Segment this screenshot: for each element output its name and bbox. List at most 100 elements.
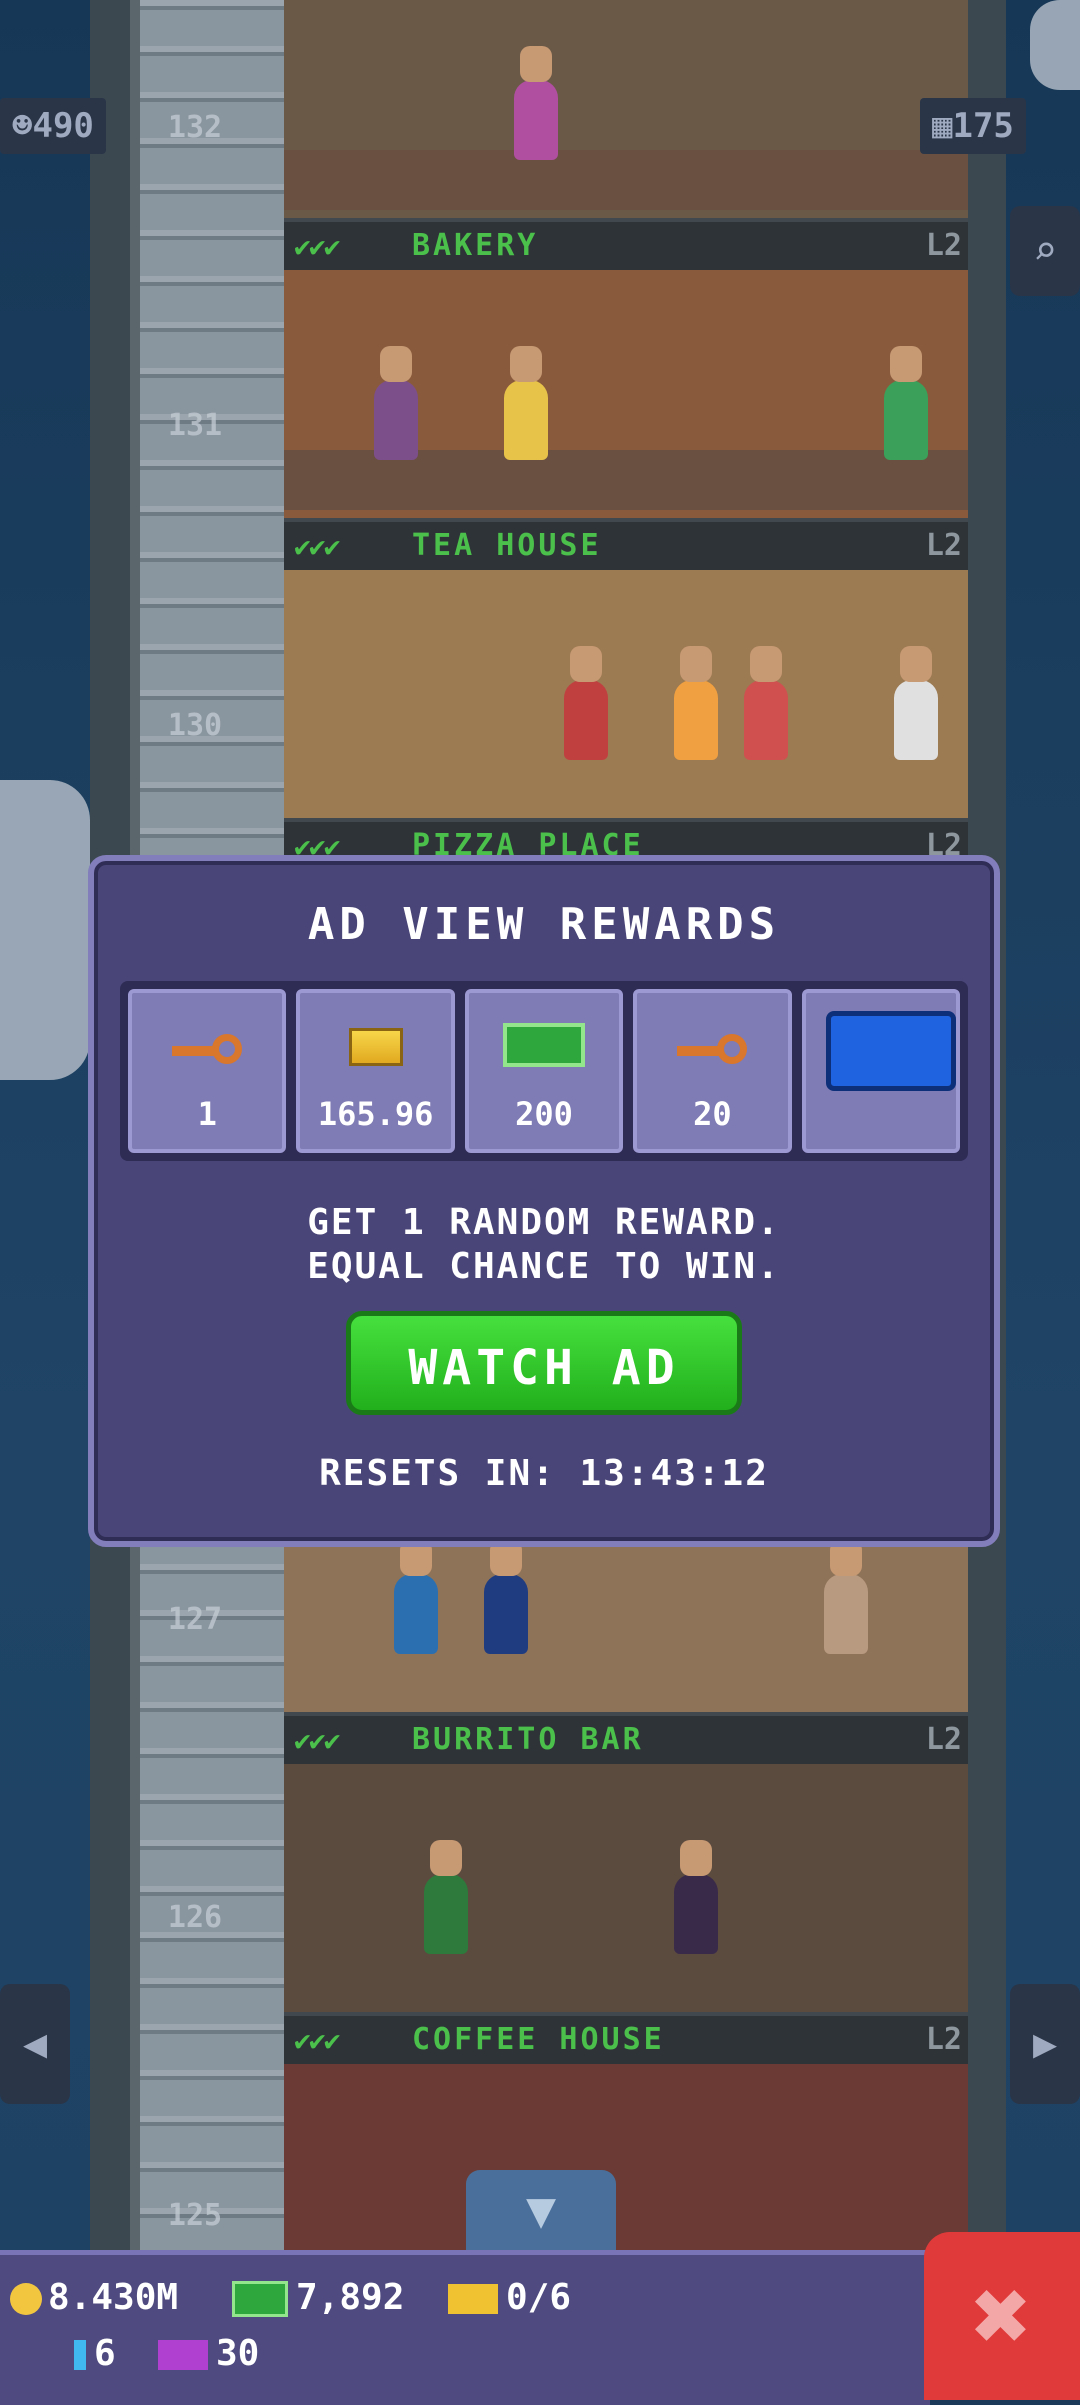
chevron-down-icon: ▼ <box>525 2181 557 2239</box>
bitizen[interactable] <box>824 1540 868 1654</box>
coins-counter: 8.430M <box>10 2277 178 2318</box>
bux-icon <box>232 2281 288 2317</box>
bitizen[interactable] <box>744 646 788 760</box>
floor-name: TEA HOUSE <box>412 528 602 563</box>
bitizen[interactable] <box>424 1840 468 1954</box>
floor-wall <box>284 2064 968 2264</box>
floors-counter: ▦175 <box>920 98 1026 154</box>
reward-slot <box>801 989 961 1153</box>
left-nav-button[interactable]: ◀ <box>0 1984 70 2104</box>
bitizen[interactable] <box>374 346 418 460</box>
shop-counter <box>284 150 968 210</box>
reward-slot: 20 <box>633 989 792 1153</box>
floor-pizza-place[interactable]: ✔✔✔ PIZZA PLACE L2 <box>284 570 968 870</box>
coin-icon <box>10 2283 42 2315</box>
search-button[interactable]: ⌕ <box>1010 206 1080 296</box>
right-nav-button[interactable]: ▶ <box>1010 1984 1080 2104</box>
building-icon: ▦ <box>932 106 953 146</box>
reward-slot: 200 <box>464 989 624 1153</box>
floor-number: 132 <box>167 110 223 145</box>
bitizen[interactable] <box>484 1540 528 1654</box>
person-left-arrow-icon: ◀ <box>22 2021 48 2067</box>
floor-label-bar: ✔✔✔ BAKERY L2 <box>284 218 968 270</box>
floor-next[interactable] <box>284 2064 968 2264</box>
bitizen[interactable] <box>564 646 608 760</box>
floor-level: L2 <box>925 2022 962 2057</box>
reward-value: 20 <box>693 1095 732 1133</box>
close-icon: ✖ <box>971 2257 1033 2374</box>
floor-wall <box>284 1764 968 2014</box>
search-icon: ⌕ <box>1032 228 1058 274</box>
floor-number: 131 <box>167 408 223 443</box>
floor-label-bar: ✔✔✔ TEA HOUSE L2 <box>284 518 968 570</box>
floor-label-bar: ✔✔✔ BURRITO BAR L2 <box>284 1712 968 1764</box>
resource-bar: 8.430M 7,892 0/6 6 30 <box>0 2250 930 2405</box>
close-button[interactable]: ✖ <box>924 2232 1080 2400</box>
floor-level: L2 <box>925 228 962 263</box>
dialog-title: AD VIEW REWARDS <box>307 899 781 950</box>
description-line: GET 1 RANDOM REWARD. <box>307 1202 781 1243</box>
vip-icon <box>158 2340 208 2370</box>
cash-icon <box>503 1023 586 1067</box>
stock-checks: ✔✔✔ <box>294 1724 341 1757</box>
bitizen[interactable] <box>394 1540 438 1654</box>
reset-timer: RESETS IN: 13:43:12 <box>319 1453 769 1494</box>
tickets-counter: 0/6 <box>448 2277 571 2318</box>
floor-coffee-house[interactable]: ✔✔✔ COFFEE HOUSE L2 <box>284 1764 968 2064</box>
floor-wall <box>284 570 968 820</box>
floor-name: BAKERY <box>412 228 539 263</box>
stock-checks: ✔✔✔ <box>294 2024 341 2057</box>
population-counter: ☻490 <box>0 98 106 154</box>
reward-value: 165.96 <box>317 1095 434 1133</box>
bitizen[interactable] <box>674 1840 718 1954</box>
bitizen[interactable] <box>674 646 718 760</box>
gem-icon <box>74 2340 86 2370</box>
bux-value: 7,892 <box>296 2277 405 2318</box>
floor-level: L2 <box>925 528 962 563</box>
vip-counter: 30 <box>158 2333 259 2374</box>
scroll-down-button[interactable]: ▼ <box>466 2170 616 2250</box>
stock-checks: ✔✔✔ <box>294 530 341 563</box>
floor-number: 127 <box>167 1602 223 1637</box>
gems-value: 6 <box>94 2333 116 2374</box>
reward-slot: 165.96 <box>296 989 455 1153</box>
gems-counter: 6 <box>74 2333 116 2374</box>
key-icon <box>677 1034 748 1066</box>
bitizen[interactable] <box>884 346 928 460</box>
floor-number: 126 <box>167 1900 223 1935</box>
reward-slot: 1 <box>128 989 287 1153</box>
bitizen[interactable] <box>504 346 548 460</box>
bux-counter: 7,892 <box>232 2277 404 2318</box>
reward-value: 200 <box>515 1095 573 1133</box>
watch-ad-button[interactable]: WATCH AD <box>346 1311 742 1415</box>
reward-value: 1 <box>197 1095 217 1133</box>
floor-tea-house[interactable]: ✔✔✔ TEA HOUSE L2 <box>284 270 968 570</box>
floor-name: COFFEE HOUSE <box>412 2022 665 2057</box>
cloud <box>0 780 90 1080</box>
floor-name: BURRITO BAR <box>412 1722 644 1757</box>
coins-value: 8.430M <box>48 2277 179 2318</box>
golden-ticket-icon <box>448 2284 498 2314</box>
blue-chest-icon <box>825 1011 956 1091</box>
description-line: EQUAL CHANCE TO WIN. <box>307 1246 781 1287</box>
key-icon <box>172 1034 243 1066</box>
tickets-value: 0/6 <box>506 2277 572 2318</box>
floor-level: L2 <box>925 1722 962 1757</box>
rewards-row: 1 165.96 200 20 <box>120 981 968 1161</box>
stock-checks: ✔✔✔ <box>294 230 341 263</box>
floors-value: 175 <box>952 106 1014 146</box>
floor-bakery[interactable]: ✔✔✔ BAKERY L2 <box>284 0 968 270</box>
reward-description: GET 1 RANDOM REWARD. EQUAL CHANCE TO WIN… <box>94 1201 994 1289</box>
cloud <box>1030 0 1080 90</box>
person-icon: ☻ <box>12 106 33 146</box>
floor-label-bar: ✔✔✔ COFFEE HOUSE L2 <box>284 2012 968 2064</box>
bitizen[interactable] <box>894 646 938 760</box>
floor-number: 130 <box>167 708 223 743</box>
floor-number: 125 <box>167 2198 223 2233</box>
population-value: 490 <box>32 106 94 146</box>
ad-rewards-dialog: AD VIEW REWARDS 1 165.96 200 20 GET 1 RA… <box>88 855 1000 1547</box>
bitizen[interactable] <box>514 46 558 160</box>
gold-bars-icon <box>348 1028 403 1066</box>
vip-value: 30 <box>216 2333 260 2374</box>
home-right-arrow-icon: ▶ <box>1032 2021 1058 2067</box>
